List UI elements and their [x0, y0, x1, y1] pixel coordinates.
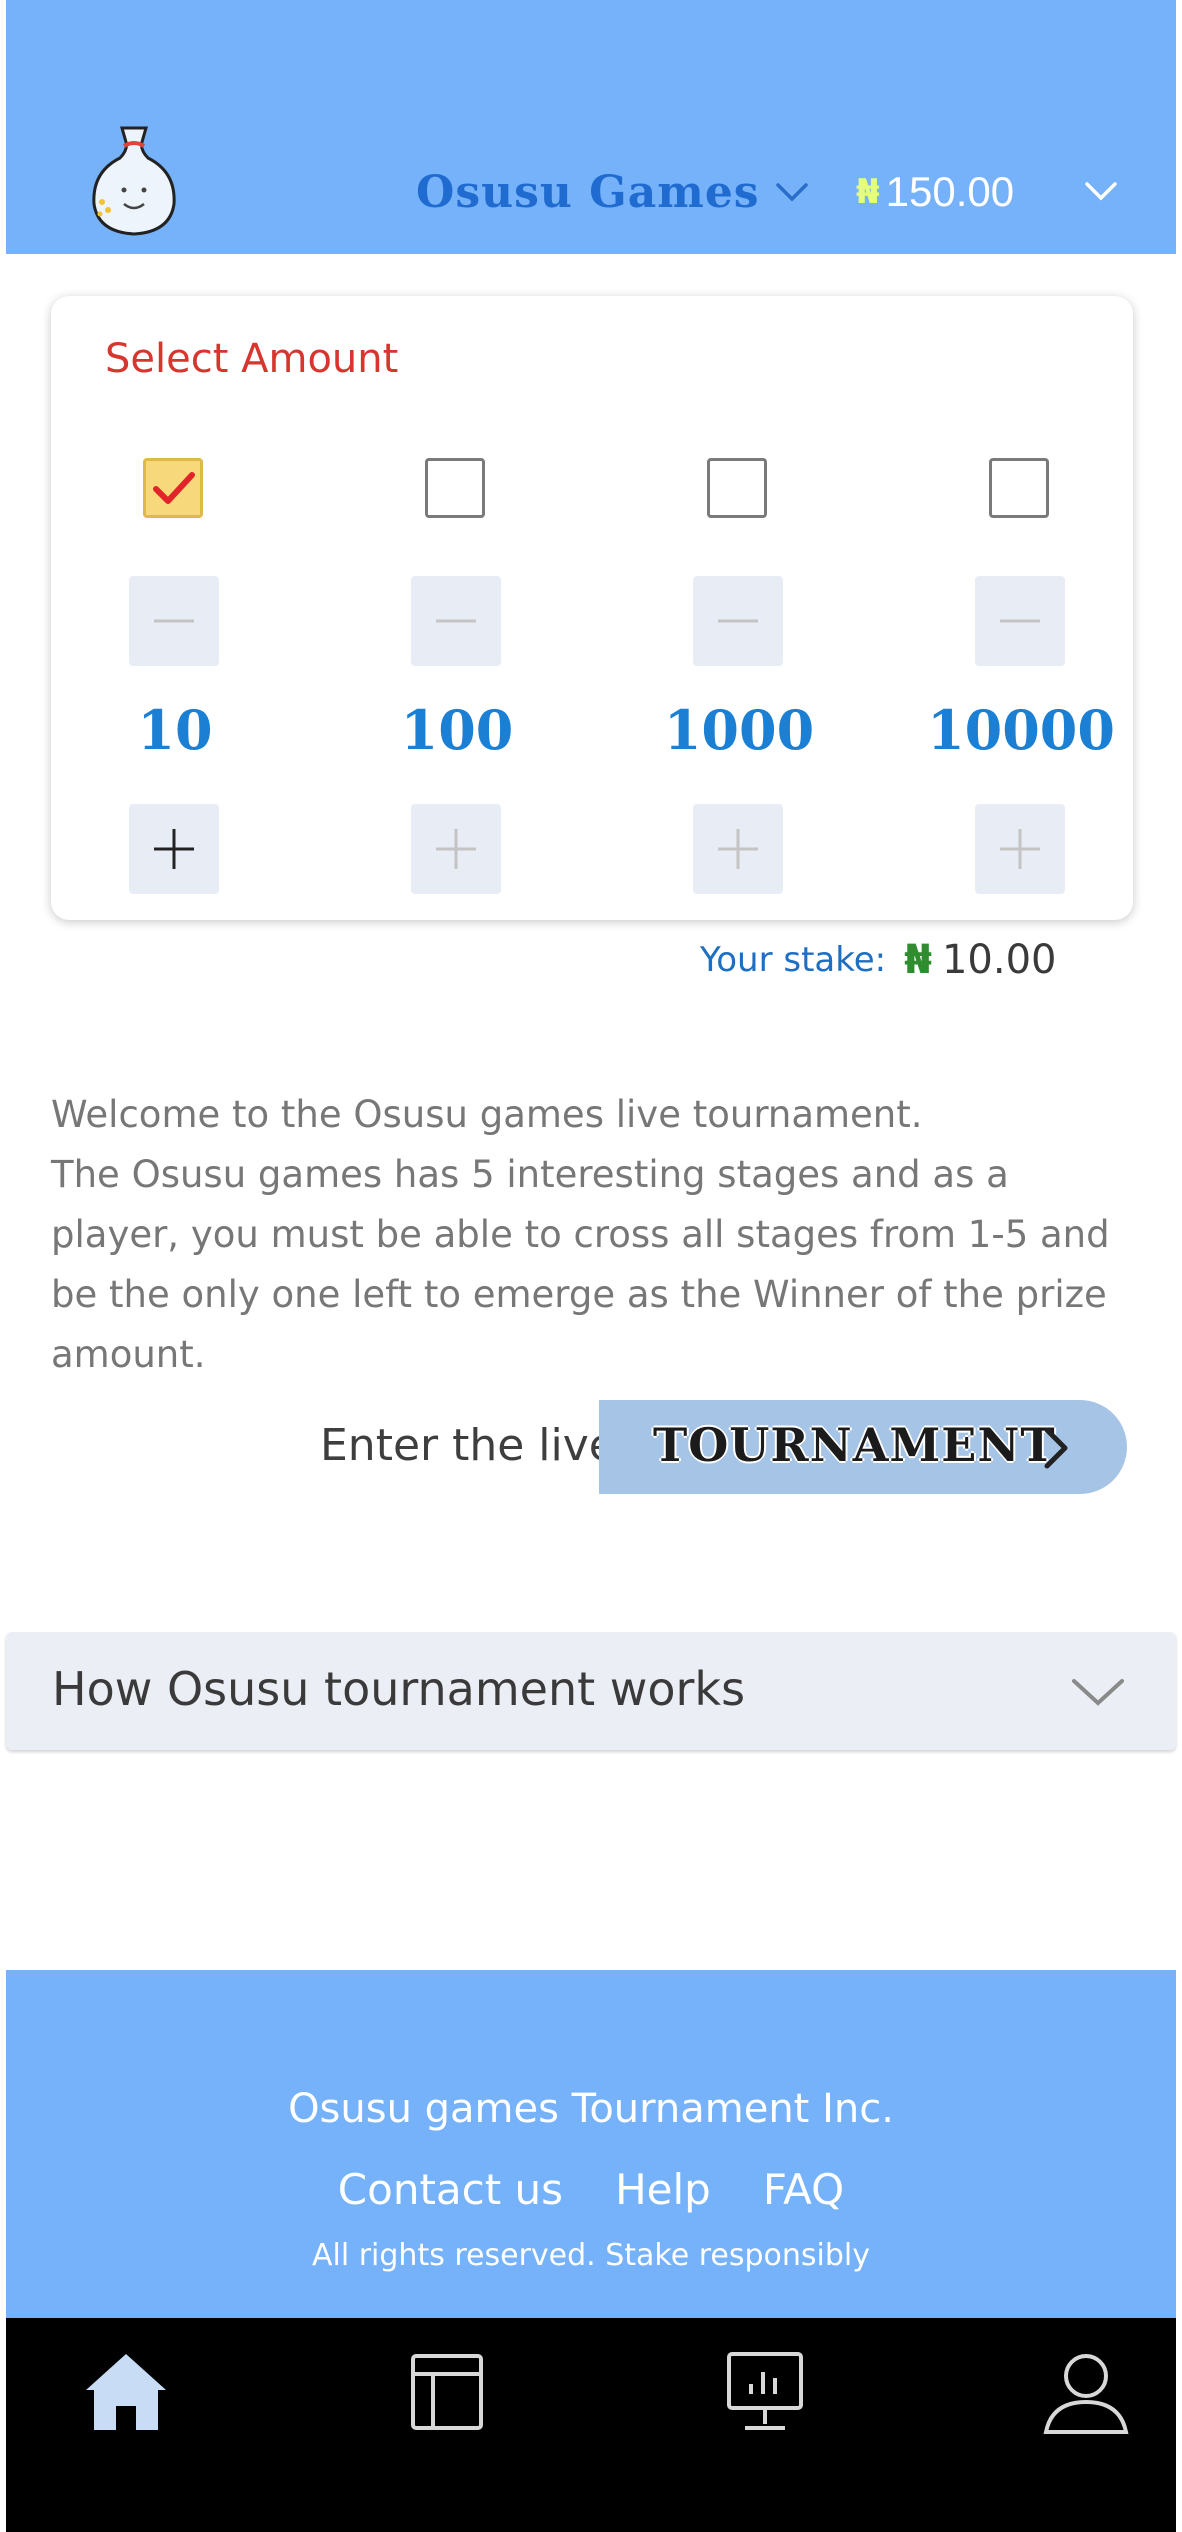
amount-checkbox[interactable]: [707, 458, 767, 518]
decrement-button[interactable]: [129, 576, 219, 666]
logo-pot-icon[interactable]: [84, 120, 184, 240]
decrement-button[interactable]: [693, 576, 783, 666]
wallet-balance[interactable]: ₦ 150.00: [856, 162, 1014, 222]
increment-button[interactable]: [693, 804, 783, 894]
select-amount-card: Select Amount 10 100 1000 10000: [51, 296, 1133, 920]
tournament-description: Welcome to the Osusu games live tourname…: [51, 1085, 1141, 1385]
amount-option: 1000: [664, 296, 814, 920]
app-header: Osusu Games ₦ 150.00: [6, 0, 1176, 254]
chevron-right-icon: [1044, 1427, 1068, 1469]
plus-icon: [436, 829, 476, 869]
tournament-button[interactable]: TOURNAMENT: [599, 1400, 1127, 1494]
stake-value: 10.00: [941, 937, 1057, 983]
profile-icon[interactable]: [1038, 2344, 1134, 2440]
increment-button[interactable]: [129, 804, 219, 894]
chevron-down-icon[interactable]: [1081, 176, 1121, 206]
bottom-navigation: [6, 2318, 1176, 2532]
decrement-button[interactable]: [411, 576, 501, 666]
chevron-down-icon: [775, 183, 808, 202]
footer: Osusu games Tournament Inc. Contact us H…: [6, 1970, 1176, 2318]
amount-checkbox[interactable]: [989, 458, 1049, 518]
tournament-button-label: TOURNAMENT: [653, 1418, 1056, 1472]
home-icon[interactable]: [78, 2344, 174, 2440]
brand-title: Osusu Games: [416, 166, 760, 218]
currency-symbol: ₦: [904, 937, 932, 983]
plus-icon: [154, 829, 194, 869]
brand-dropdown[interactable]: Osusu Games: [416, 162, 810, 222]
help-link[interactable]: Help: [615, 2165, 711, 2214]
minus-icon: [154, 619, 194, 623]
minus-icon: [718, 619, 758, 623]
footer-links: Contact us Help FAQ: [6, 2165, 1176, 2214]
amount-checkbox[interactable]: [425, 458, 485, 518]
stake-summary: Your stake: ₦ 10.00: [700, 930, 1056, 990]
accordion-title: How Osusu tournament works: [52, 1662, 746, 1716]
minus-icon: [436, 619, 476, 623]
stake-label: Your stake:: [700, 940, 887, 980]
increment-button[interactable]: [411, 804, 501, 894]
contact-us-link[interactable]: Contact us: [338, 2165, 563, 2214]
layout-icon[interactable]: [399, 2344, 495, 2440]
amount-option: 100: [387, 296, 527, 920]
footer-rights: All rights reserved. Stake responsibly: [311, 2238, 871, 2273]
amount-option: 10: [105, 296, 245, 920]
amount-option: 10000: [927, 296, 1115, 920]
amount-checkbox[interactable]: [143, 458, 203, 518]
minus-icon: [1000, 619, 1040, 623]
chevron-down-icon: [1072, 1679, 1124, 1706]
checkmark-icon: [153, 472, 195, 504]
amount-value: 10000: [927, 698, 1115, 762]
description-line: Welcome to the Osusu games live tourname…: [51, 1093, 923, 1136]
how-it-works-accordion[interactable]: How Osusu tournament works: [6, 1632, 1176, 1750]
currency-symbol: ₦: [856, 172, 880, 212]
plus-icon: [718, 829, 758, 869]
amount-value: 100: [400, 698, 514, 762]
monitor-chart-icon[interactable]: [717, 2344, 813, 2440]
increment-button[interactable]: [975, 804, 1065, 894]
footer-company: Osusu games Tournament Inc.: [288, 2086, 894, 2132]
amount-value: 10: [137, 698, 213, 762]
enter-live-label: Enter the live: [320, 1420, 616, 1471]
decrement-button[interactable]: [975, 576, 1065, 666]
balance-amount: 150.00: [885, 168, 1015, 215]
description-line: The Osusu games has 5 interesting stages…: [51, 1153, 1110, 1376]
plus-icon: [1000, 829, 1040, 869]
faq-link[interactable]: FAQ: [763, 2165, 844, 2214]
amount-value: 1000: [663, 698, 815, 762]
